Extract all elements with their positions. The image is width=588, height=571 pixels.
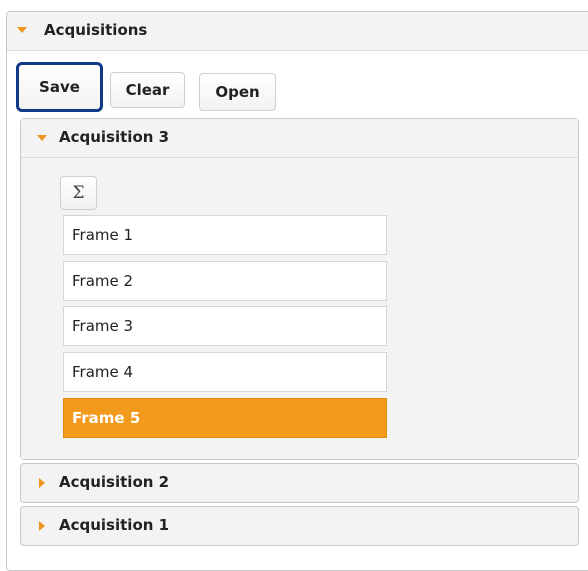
acquisition-1-title: Acquisition 1 — [59, 516, 170, 534]
frame-item-3[interactable]: Frame 3 — [63, 306, 387, 346]
frame-item-4[interactable]: Frame 4 — [63, 352, 387, 392]
caret-right-icon — [39, 478, 45, 488]
save-button-label: Save — [39, 78, 80, 96]
acquisition-2-title: Acquisition 2 — [59, 473, 170, 491]
frame-label: Frame 4 — [72, 363, 134, 381]
open-button[interactable]: Open — [199, 73, 276, 111]
caret-right-icon — [39, 521, 45, 531]
sum-symbol: Σ — [72, 183, 85, 203]
caret-down-icon — [37, 135, 47, 141]
open-button-label: Open — [215, 83, 260, 101]
acquisition-panel-2[interactable]: Acquisition 2 — [20, 463, 579, 503]
frame-label: Frame 5 — [72, 409, 141, 427]
acquisitions-header[interactable]: Acquisitions — [7, 12, 588, 51]
acquisitions-title: Acquisitions — [44, 21, 148, 39]
frame-item-1[interactable]: Frame 1 — [63, 215, 387, 255]
clear-button-label: Clear — [125, 81, 170, 99]
frame-label: Frame 2 — [72, 272, 134, 290]
sigma-icon[interactable]: Σ — [60, 176, 97, 210]
acquisition-3-title: Acquisition 3 — [59, 128, 170, 146]
save-button[interactable]: Save — [16, 62, 103, 112]
frame-label: Frame 3 — [72, 317, 134, 335]
acquisition-panel-1[interactable]: Acquisition 1 — [20, 506, 579, 546]
caret-down-icon — [17, 27, 27, 33]
frame-item-2[interactable]: Frame 2 — [63, 261, 387, 301]
frame-item-5-selected[interactable]: Frame 5 — [63, 398, 387, 438]
frame-label: Frame 1 — [72, 226, 134, 244]
acquisition-3-header[interactable]: Acquisition 3 — [21, 119, 578, 158]
clear-button[interactable]: Clear — [110, 72, 185, 108]
